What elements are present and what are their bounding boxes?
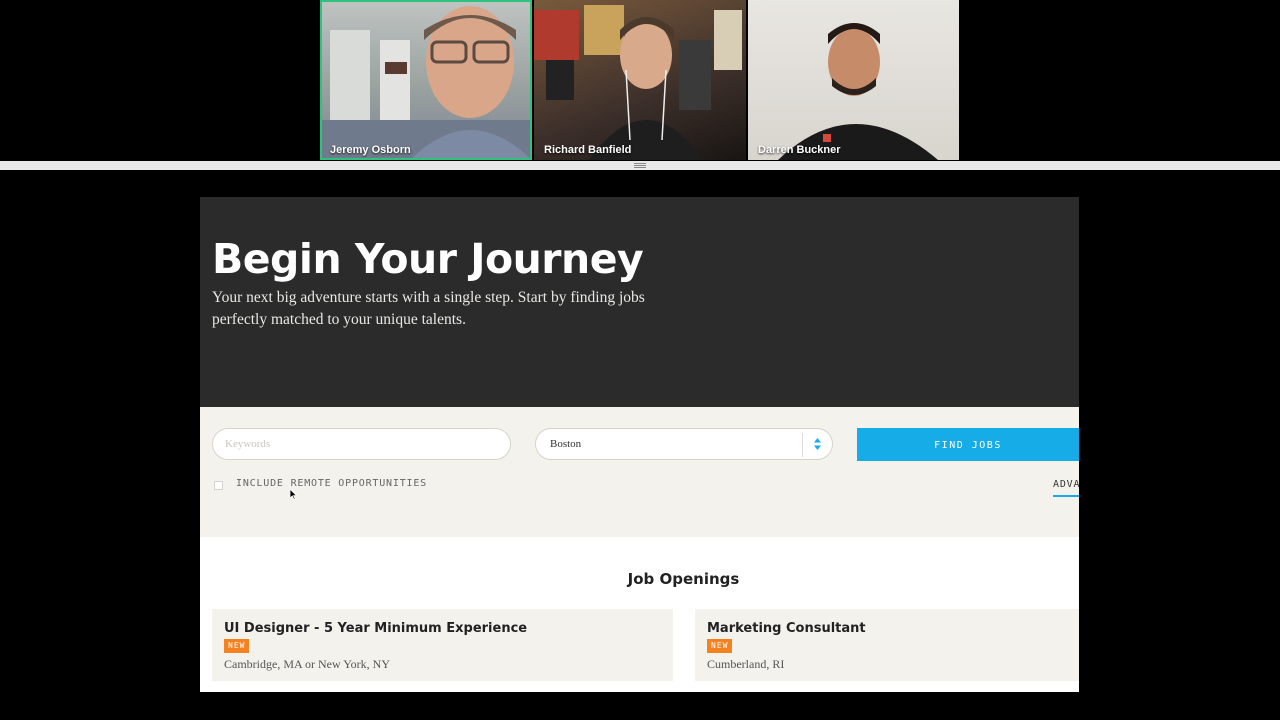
video-tile-darren-buckner[interactable]: Darren Buckner	[748, 0, 959, 160]
hero-title: Begin Your Journey	[212, 235, 644, 283]
job-location: Cumberland, RI	[707, 657, 785, 671]
drag-handle-icon[interactable]	[634, 163, 646, 168]
remote-checkbox[interactable]	[214, 481, 223, 490]
hero-subtitle: Your next big adventure starts with a si…	[212, 289, 645, 328]
location-select[interactable]: Boston	[535, 428, 833, 460]
active-speaker-border	[320, 0, 532, 160]
video-tile-jeremy-osborn[interactable]: Jeremy Osborn	[320, 0, 532, 160]
job-title[interactable]: UI Designer - 5 Year Minimum Experience	[224, 621, 527, 636]
shared-screen: Begin Your Journey Your next big adventu…	[200, 197, 1079, 692]
video-tile-richard-banfield[interactable]: Richard Banfield	[534, 0, 746, 160]
job-openings-section: Job Openings UI Designer - 5 Year Minimu…	[200, 537, 1079, 692]
location-value: Boston	[550, 438, 582, 450]
participant-name: Jeremy Osborn	[330, 144, 411, 156]
job-search-form: Boston FIND JOBS INCLUDE REMOTE OPPORTUN…	[200, 407, 1079, 537]
select-divider	[802, 433, 803, 457]
mouse-cursor-icon	[290, 489, 298, 500]
participant-video	[778, 23, 938, 160]
hero-banner: Begin Your Journey Your next big adventu…	[200, 197, 1079, 407]
advanced-search-link[interactable]: ADVA	[1053, 479, 1079, 497]
remote-checkbox-label[interactable]: INCLUDE REMOTE OPPORTUNITIES	[236, 478, 427, 489]
participant-video	[534, 5, 742, 160]
job-card[interactable]: Marketing Consultant NEW Cumberland, RI	[695, 609, 1079, 681]
participant-name: Richard Banfield	[544, 144, 632, 156]
new-badge: NEW	[224, 639, 250, 653]
select-arrows-icon	[814, 438, 821, 450]
job-openings-title: Job Openings	[627, 570, 740, 588]
find-jobs-button[interactable]: FIND JOBS	[857, 428, 1079, 461]
job-card[interactable]: UI Designer - 5 Year Minimum Experience …	[212, 609, 673, 681]
new-badge: NEW	[707, 639, 733, 653]
job-title[interactable]: Marketing Consultant	[707, 621, 866, 636]
participant-name: Darren Buckner	[758, 144, 841, 156]
job-location: Cambridge, MA or New York, NY	[224, 657, 390, 671]
keywords-input[interactable]	[212, 428, 511, 460]
